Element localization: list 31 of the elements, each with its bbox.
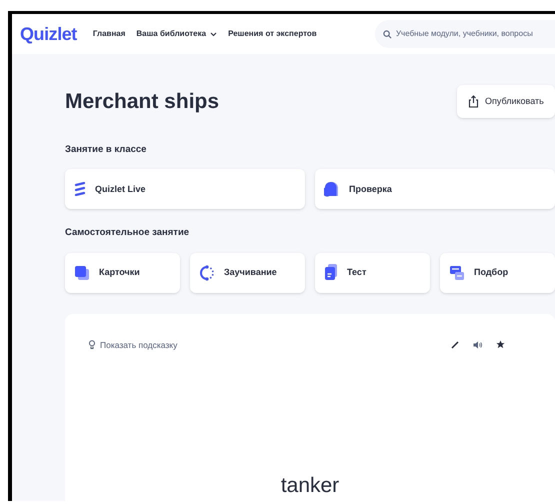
section-heading: Самостоятельное занятие (65, 226, 190, 240)
search-input: Учебные модули, учебники, вопросы (396, 28, 555, 40)
study-mode-card[interactable]: Проверка (315, 169, 555, 210)
logo[interactable]: Quizlet (20, 20, 77, 48)
head-icon (324, 181, 340, 198)
hint-link[interactable]: Показать подсказку (100, 338, 178, 352)
study-mode-card[interactable]: Заучивание (190, 252, 305, 292)
search-icon (383, 30, 392, 38)
nav-dropdown[interactable]: Ваша библиотека (136, 28, 218, 40)
publish-button[interactable]: Опубликовать (457, 85, 555, 118)
document-icon (324, 264, 338, 281)
stacked-cards-icon (74, 264, 90, 280)
nav-link[interactable]: Решения от экспертов (228, 28, 317, 40)
dotted-circle-icon (199, 264, 215, 280)
matching-cards-icon (449, 264, 465, 280)
card-term: tanker (280, 472, 340, 498)
star-icon[interactable] (496, 340, 505, 350)
nav-link[interactable]: Главная (92, 28, 126, 40)
study-mode-card[interactable]: Quizlet Live (65, 169, 305, 210)
study-mode-card[interactable]: Тест (315, 252, 430, 292)
edit-icon[interactable] (451, 340, 459, 349)
share-icon (468, 95, 479, 108)
study-mode-card[interactable]: Карточки (65, 252, 180, 292)
flashcard[interactable]: Показать подсказку tanker (65, 314, 555, 501)
page-title: Merchant ships (65, 88, 220, 115)
stripes-icon (74, 182, 86, 196)
speaker-icon[interactable] (473, 340, 482, 349)
search-field[interactable]: Учебные модули, учебники, вопросы (375, 20, 555, 48)
section-heading: Занятие в классе (65, 143, 148, 157)
study-mode-card[interactable]: Подбор (440, 252, 555, 292)
lightbulb-icon (89, 340, 95, 350)
